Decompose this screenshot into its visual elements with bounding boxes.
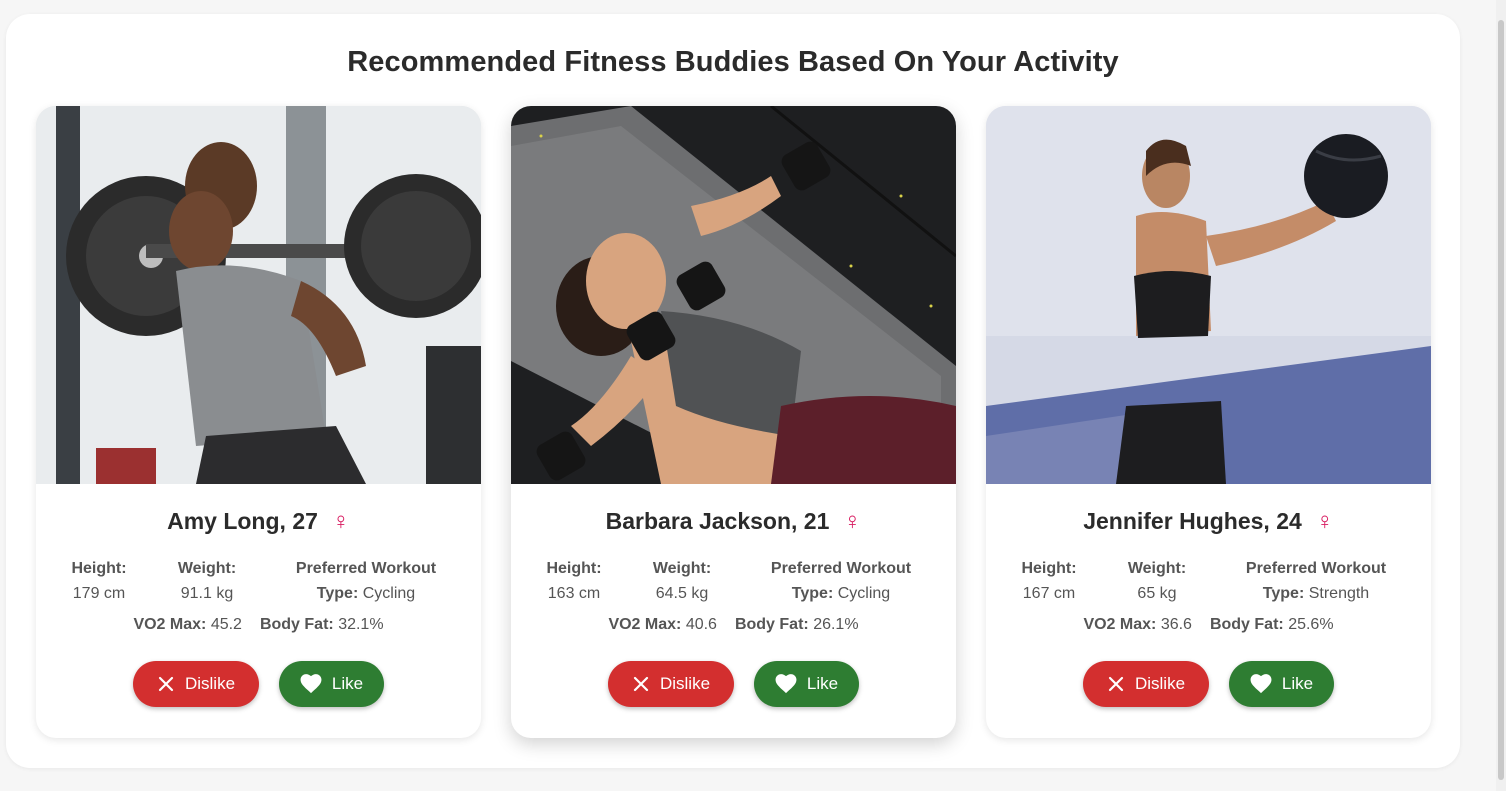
close-icon	[1107, 675, 1125, 693]
buddy-metrics: VO2 Max: 36.6 Body Fat: 25.6%	[986, 616, 1431, 634]
height-value: 167 cm	[1022, 585, 1076, 602]
weight-stat: Weight: 64.5 kg	[637, 556, 727, 606]
workout-type-label: Type:	[791, 585, 834, 602]
height-value: 179 cm	[72, 585, 126, 602]
workout-stat: Preferred Workout Type: Cycling	[747, 556, 935, 606]
weight-stat: Weight: 65 kg	[1112, 556, 1202, 606]
like-label: Like	[806, 674, 839, 693]
bodyfat-value: 25.6%	[1288, 616, 1334, 633]
buddy-card: Barbara Jackson, 21 ♀ Height: 163 cm Weig…	[511, 106, 956, 738]
vo2-label: VO2 Max:	[608, 616, 682, 633]
weight-label: Weight:	[177, 560, 237, 577]
weight-label: Weight:	[1127, 560, 1187, 577]
buddy-stats: Height: 167 cm Weight: 65 kg Preferred W…	[986, 556, 1431, 606]
buddy-stats: Height: 163 cm Weight: 64.5 kg Preferred…	[511, 556, 956, 606]
like-button[interactable]: Like	[754, 661, 859, 707]
like-label: Like	[331, 674, 364, 693]
dislike-button[interactable]: Dislike	[1083, 661, 1209, 707]
dislike-button[interactable]: Dislike	[133, 661, 259, 707]
heart-icon	[300, 674, 322, 694]
female-gender-icon: ♀	[331, 508, 350, 535]
buddy-card: Amy Long, 27 ♀ Height: 179 cm Weight: 91.…	[36, 106, 481, 738]
workout-stat: Preferred Workout Type: Cycling	[272, 556, 460, 606]
close-icon	[157, 675, 175, 693]
height-value: 163 cm	[547, 585, 601, 602]
height-stat: Height: 163 cm	[529, 556, 619, 606]
buddy-stats: Height: 179 cm Weight: 91.1 kg Preferred…	[36, 556, 481, 606]
weight-value: 91.1 kg	[180, 585, 234, 602]
workout-value: Cycling	[362, 585, 416, 602]
profile-photo	[986, 106, 1431, 484]
buddy-metrics: VO2 Max: 45.2 Body Fat: 32.1%	[36, 616, 481, 634]
height-label: Height:	[71, 560, 127, 577]
buddy-metrics: VO2 Max: 40.6 Body Fat: 26.1%	[511, 616, 956, 634]
vo2-value: 36.6	[1160, 616, 1192, 633]
heart-icon	[1250, 674, 1272, 694]
vo2-value: 45.2	[210, 616, 242, 633]
buddy-name: Amy Long, 27	[167, 508, 318, 534]
vo2-value: 40.6	[685, 616, 717, 633]
buddy-card: Jennifer Hughes, 24 ♀ Height: 167 cm Weig…	[986, 106, 1431, 738]
close-icon	[632, 675, 650, 693]
dislike-button[interactable]: Dislike	[608, 661, 734, 707]
dislike-label: Dislike	[1134, 674, 1186, 693]
recommendations-panel: Recommended Fitness Buddies Based On You…	[6, 14, 1460, 768]
like-button[interactable]: Like	[1229, 661, 1334, 707]
height-label: Height:	[546, 560, 602, 577]
bodyfat-label: Body Fat:	[734, 616, 809, 633]
bodyfat-value: 32.1%	[338, 616, 384, 633]
height-stat: Height: 167 cm	[1004, 556, 1094, 606]
like-label: Like	[1281, 674, 1314, 693]
workout-label: Preferred Workout	[770, 560, 912, 577]
scrollbar-thumb[interactable]	[1498, 20, 1504, 780]
weight-value: 65 kg	[1137, 585, 1177, 602]
profile-photo	[511, 106, 956, 484]
weight-label: Weight:	[652, 560, 712, 577]
dislike-label: Dislike	[659, 674, 711, 693]
buddy-name: Jennifer Hughes, 24	[1083, 508, 1302, 534]
dislike-label: Dislike	[184, 674, 236, 693]
height-label: Height:	[1021, 560, 1077, 577]
height-stat: Height: 179 cm	[54, 556, 144, 606]
bodyfat-value: 26.1%	[813, 616, 859, 633]
buddy-name: Barbara Jackson, 21	[605, 508, 830, 534]
page-title: Recommended Fitness Buddies Based On You…	[347, 46, 1119, 78]
workout-label: Preferred Workout	[295, 560, 437, 577]
female-gender-icon: ♀	[1315, 508, 1334, 535]
buddy-name-row: Barbara Jackson, 21 ♀	[511, 508, 956, 536]
buddy-name-row: Jennifer Hughes, 24 ♀	[986, 508, 1431, 536]
workout-value: Cycling	[837, 585, 891, 602]
workout-stat: Preferred Workout Type: Strength	[1222, 556, 1410, 606]
workout-type-label: Type:	[1262, 585, 1305, 602]
profile-photo	[36, 106, 481, 484]
vo2-label: VO2 Max:	[1083, 616, 1157, 633]
buddy-name-row: Amy Long, 27 ♀	[36, 508, 481, 536]
vo2-label: VO2 Max:	[133, 616, 207, 633]
bodyfat-label: Body Fat:	[1209, 616, 1284, 633]
weight-value: 64.5 kg	[655, 585, 709, 602]
bodyfat-label: Body Fat:	[259, 616, 334, 633]
like-button[interactable]: Like	[279, 661, 384, 707]
female-gender-icon: ♀	[843, 508, 862, 535]
workout-value: Strength	[1308, 585, 1370, 602]
heart-icon	[775, 674, 797, 694]
workout-label: Preferred Workout	[1245, 560, 1387, 577]
workout-type-label: Type:	[316, 585, 359, 602]
weight-stat: Weight: 91.1 kg	[162, 556, 252, 606]
page-scrollbar[interactable]	[1496, 0, 1506, 791]
